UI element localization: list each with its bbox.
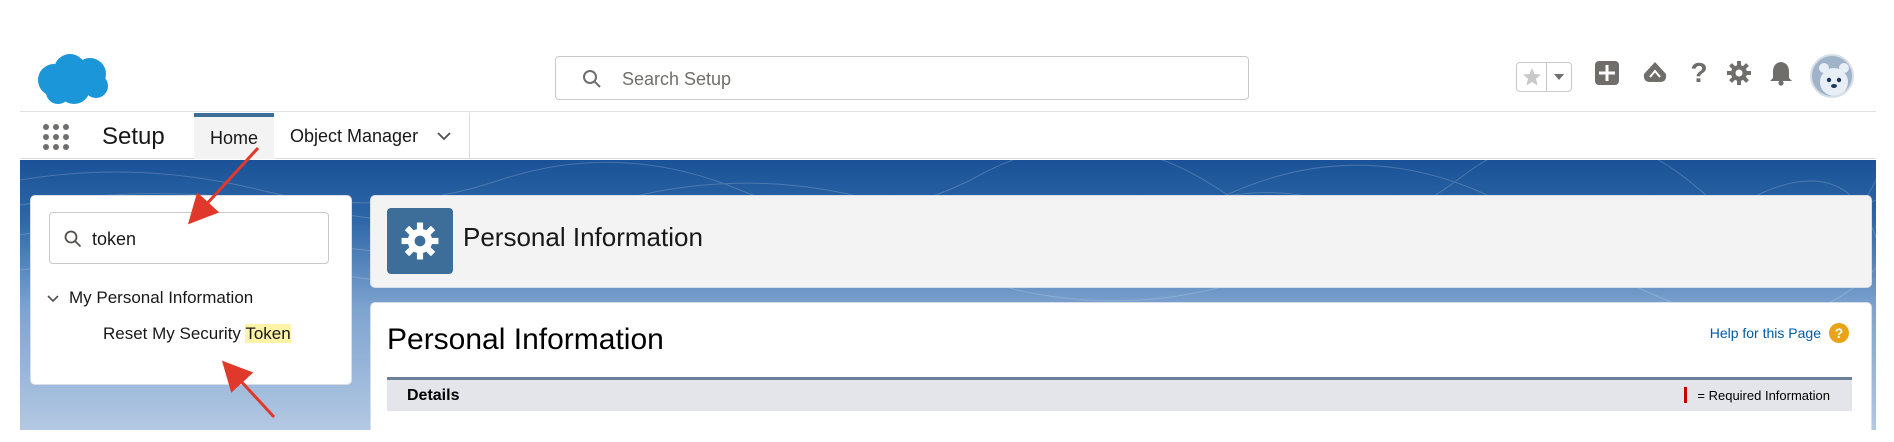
tree-item-reset-my-security-token[interactable]: Reset My Security Token bbox=[103, 324, 291, 344]
search-setup-box[interactable] bbox=[555, 56, 1249, 100]
app-launcher-icon[interactable] bbox=[42, 123, 70, 151]
search-highlight: Token bbox=[245, 324, 291, 343]
setup-gear-tile bbox=[387, 208, 453, 274]
avatar-image bbox=[1819, 63, 1849, 96]
add-icon bbox=[1595, 61, 1619, 85]
favorites-group bbox=[1516, 62, 1572, 92]
trailhead-button[interactable] bbox=[1640, 58, 1670, 88]
content-title: Personal Information bbox=[387, 323, 664, 356]
bell-icon bbox=[1770, 62, 1792, 86]
gear-icon bbox=[401, 222, 439, 260]
app-name: Setup bbox=[102, 123, 165, 150]
help-link-label: Help for this Page bbox=[1709, 325, 1821, 341]
avatar[interactable] bbox=[1810, 54, 1854, 98]
tab-home[interactable]: Home bbox=[194, 113, 274, 159]
help-icon: ? bbox=[1690, 57, 1708, 88]
search-icon bbox=[64, 230, 82, 248]
section-title: Details bbox=[407, 387, 460, 404]
dropdown-caret-icon bbox=[1554, 74, 1564, 80]
tree-node-my-personal-information[interactable]: My Personal Information bbox=[45, 286, 253, 310]
tree-node-label: My Personal Information bbox=[69, 288, 254, 307]
tab-object-manager-label: Object Manager bbox=[290, 125, 419, 146]
gear-icon bbox=[1727, 61, 1751, 85]
notifications-button[interactable] bbox=[1766, 58, 1796, 88]
tab-home-label: Home bbox=[209, 127, 258, 148]
required-info-legend: = Required Information bbox=[1684, 387, 1830, 403]
quick-find-input[interactable] bbox=[92, 225, 312, 253]
content-card: Personal Information Help for this Page … bbox=[370, 302, 1872, 430]
chevron-down-icon[interactable] bbox=[45, 290, 61, 306]
quick-find-box[interactable] bbox=[49, 212, 329, 264]
global-header: ? bbox=[20, 40, 1876, 112]
setup-page: ? bbox=[20, 40, 1876, 430]
favorite-star-button[interactable] bbox=[1517, 63, 1547, 91]
tree-item-label: Reset My Security bbox=[103, 324, 246, 343]
setup-gear-button[interactable] bbox=[1724, 58, 1754, 88]
help-button[interactable]: ? bbox=[1684, 57, 1714, 88]
favorites-dropdown-button[interactable] bbox=[1547, 63, 1571, 91]
context-bar: Setup Home Object Manager bbox=[20, 113, 1876, 159]
chevron-down-icon[interactable] bbox=[436, 128, 452, 144]
required-marker bbox=[1684, 387, 1688, 403]
salesforce-cloud-logo[interactable] bbox=[34, 52, 112, 106]
search-setup-input[interactable] bbox=[622, 65, 1222, 93]
required-info-label: = Required Information bbox=[1697, 387, 1830, 403]
star-icon bbox=[1522, 68, 1541, 86]
search-icon bbox=[583, 70, 601, 88]
setup-tree-panel: My Personal Information Reset My Securit… bbox=[30, 195, 352, 385]
help-icon[interactable]: ? bbox=[1829, 323, 1849, 343]
help-for-this-page-link[interactable]: Help for this Page ? bbox=[1710, 323, 1849, 343]
global-actions-button[interactable] bbox=[1592, 58, 1622, 88]
tab-object-manager[interactable]: Object Manager bbox=[274, 113, 470, 159]
page-title: Personal Information bbox=[463, 222, 703, 252]
page-header: Personal Information bbox=[370, 195, 1872, 288]
details-section-header: Details = Required Information bbox=[387, 377, 1852, 411]
trailhead-icon bbox=[1643, 62, 1667, 82]
